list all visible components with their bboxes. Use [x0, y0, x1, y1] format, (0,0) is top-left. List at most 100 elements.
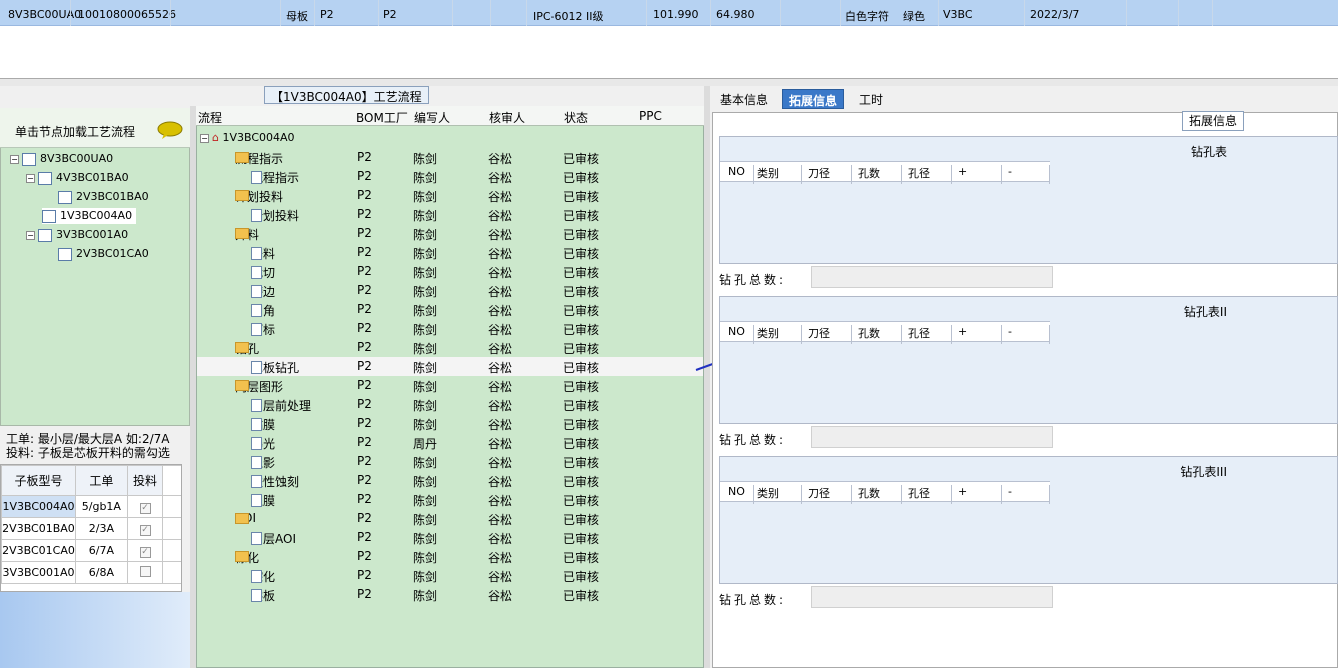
process-status: 已审核	[563, 247, 600, 261]
process-row[interactable]: 开料P2陈剑谷松已审核	[197, 224, 703, 243]
left-gradient-footer	[0, 592, 190, 668]
process-bom: P2	[357, 226, 372, 240]
tree-node-root[interactable]: −8V3BC00UA0	[10, 151, 113, 167]
process-status: 已审核	[563, 171, 600, 185]
feed-checkbox[interactable]: ✓	[139, 502, 151, 514]
col-header-reviewer[interactable]: 核审人	[489, 109, 525, 126]
feed-checkbox[interactable]: ✓	[139, 546, 151, 558]
document-icon	[251, 247, 262, 260]
collapse-icon[interactable]: −	[26, 230, 35, 240]
process-flow-header: 流程 BOM工厂 编写人 核审人 状态 PPC	[196, 106, 704, 126]
selected-grid-row[interactable]: 8V3BC00UA0 10010800065526 母板 P2 P2 IPC-6…	[0, 0, 1338, 26]
process-row[interactable]: 退膜 P2 陈剑 谷松 已审核	[197, 490, 703, 509]
process-reviewer: 谷松	[488, 399, 513, 413]
col-header-process[interactable]: 流程	[198, 109, 222, 126]
cell-spec: IPC-6012 II级	[533, 10, 604, 23]
tree-node[interactable]: −4V3BC01BA0	[26, 170, 129, 186]
process-root-node[interactable]: − ⌂ 1V3BC004A0	[200, 130, 295, 146]
col-header-feed[interactable]: 投料	[126, 465, 164, 496]
col-header-model[interactable]: 子板型号	[1, 465, 76, 496]
process-bom: P2	[357, 188, 372, 202]
folder-icon	[235, 152, 249, 163]
horizontal-splitter[interactable]	[0, 78, 1338, 86]
process-row[interactable]: 计划投料 P2 陈剑 谷松 已审核	[197, 186, 703, 205]
table-row[interactable]: 1V3BC004A0 5/gb1A ✓	[1, 495, 181, 518]
process-reviewer: 谷松	[488, 437, 513, 451]
process-row[interactable]: 内层图形 P2 陈剑 谷松 已审核	[197, 376, 703, 395]
tree-node[interactable]: 2V3BC01BA0	[58, 189, 149, 205]
drill-total-field[interactable]	[811, 586, 1053, 608]
feed-checkbox[interactable]	[139, 565, 151, 577]
table-row[interactable]: 2V3BC01CA0 6/7A ✓	[1, 539, 181, 562]
process-row[interactable]: 棕化P2陈剑谷松已审核	[197, 547, 703, 566]
cell-layer1: P2	[320, 8, 334, 21]
process-row[interactable]: 钻孔P2陈剑谷松已审核	[197, 338, 703, 357]
process-status: 已审核	[563, 532, 600, 546]
middle-splitter[interactable]	[704, 86, 710, 668]
process-row[interactable]: AOIP2陈剑谷松已审核	[197, 509, 703, 528]
drill-table-2[interactable]: 钻孔表II NO 类别 刀径 孔数 孔径 + -	[719, 296, 1338, 424]
sub-board-table[interactable]: 子板型号 工单 投料 1V3BC004A0 5/gb1A ✓ 2V3BC01BA…	[0, 464, 182, 592]
process-row[interactable]: 打标 P2 陈剑 谷松 已审核	[197, 319, 703, 338]
col-header-order[interactable]: 工单	[74, 465, 128, 496]
process-row[interactable]: 流程指示 P2 陈剑 谷松 已审核	[197, 167, 703, 186]
process-row[interactable]: 芯板钻孔 P2 陈剑 谷松 已审核	[197, 357, 703, 376]
process-reviewer: 谷松	[488, 247, 513, 261]
cell-length: 101.990	[653, 8, 699, 21]
board-icon	[22, 152, 36, 166]
tab-basic-info[interactable]: 基本信息	[714, 89, 774, 109]
process-status: 已审核	[563, 285, 600, 299]
tree-node-selected[interactable]: 1V3BC004A0	[42, 208, 137, 224]
process-row[interactable]: 显影 P2 陈剑 谷松 已审核	[197, 452, 703, 471]
process-row[interactable]: 内层AOI P2 陈剑 谷松 已审核	[197, 528, 703, 547]
process-row[interactable]: 磨边 P2 陈剑 谷松 已审核	[197, 281, 703, 300]
folder-icon	[235, 228, 249, 239]
feed-checkbox[interactable]: ✓	[139, 524, 151, 536]
process-writer: 陈剑	[413, 266, 438, 280]
process-row[interactable]: 贴膜 P2 陈剑 谷松 已审核	[197, 414, 703, 433]
table-row[interactable]: 3V3BC001A0 6/8A	[1, 561, 181, 584]
process-status: 已审核	[563, 456, 600, 470]
process-bom: P2	[357, 264, 372, 278]
process-writer: 陈剑	[413, 380, 438, 394]
drill-table-header: NO 类别 刀径 孔数 孔径 + -	[720, 321, 1050, 344]
col-header-bom[interactable]: BOM工厂	[356, 109, 408, 126]
process-bom: P2	[357, 435, 372, 449]
collapse-icon[interactable]: −	[10, 154, 19, 164]
process-row[interactable]: 曝光 P2 周丹 谷松 已审核	[197, 433, 703, 452]
process-reviewer: 谷松	[488, 342, 513, 356]
process-reviewer: 谷松	[488, 285, 513, 299]
col-header-writer[interactable]: 编写人	[414, 109, 450, 126]
col-header-status[interactable]: 状态	[564, 109, 588, 126]
process-row[interactable]: 烘板 P2 陈剑 谷松 已审核	[197, 585, 703, 604]
process-reviewer: 谷松	[488, 475, 513, 489]
process-row[interactable]: 流程指示 P2 陈剑 谷松 已审核	[197, 148, 703, 167]
col-header-ppc[interactable]: PPC	[639, 109, 662, 123]
process-row[interactable]: 开料P2陈剑谷松已审核	[197, 243, 703, 262]
drill-table-title: 钻孔表	[1190, 145, 1227, 159]
drill-table-title: 钻孔表II	[1183, 305, 1227, 319]
process-reviewer: 谷松	[488, 190, 513, 204]
process-row[interactable]: 圆角 P2 陈剑 谷松 已审核	[197, 300, 703, 319]
tree-node[interactable]: 2V3BC01CA0	[58, 246, 149, 262]
process-row[interactable]: 内层前处理 P2 陈剑 谷松 已审核	[197, 395, 703, 414]
tab-hours[interactable]: 工时	[853, 89, 889, 109]
process-row[interactable]: 裁切 P2 陈剑 谷松 已审核	[197, 262, 703, 281]
table-row[interactable]: 2V3BC01BA0 2/3A ✓	[1, 517, 181, 540]
tab-extended-info[interactable]: 拓展信息	[782, 89, 845, 109]
collapse-icon[interactable]: −	[26, 173, 35, 183]
drill-table-1[interactable]: 钻孔表 NO 类别 刀径 孔数 孔径 + -	[719, 136, 1338, 264]
process-row[interactable]: 棕化P2陈剑谷松已审核	[197, 566, 703, 585]
drill-table-3[interactable]: 钻孔表III NO 类别 刀径 孔数 孔径 + -	[719, 456, 1338, 584]
process-bom: P2	[357, 245, 372, 259]
process-row[interactable]: 酸性蚀刻 P2 陈剑 谷松 已审核	[197, 471, 703, 490]
process-row[interactable]: 计划投料 P2 陈剑 谷松 已审核	[197, 205, 703, 224]
load-process-bar[interactable]: 单击节点加载工艺流程	[0, 108, 190, 148]
drill-total-field[interactable]	[811, 426, 1053, 448]
tree-node[interactable]: −3V3BC001A0	[26, 227, 128, 243]
document-icon	[251, 304, 262, 317]
board-icon	[42, 209, 56, 223]
process-reviewer: 谷松	[488, 380, 513, 394]
collapse-icon[interactable]: −	[200, 133, 209, 143]
drill-total-field[interactable]	[811, 266, 1053, 288]
